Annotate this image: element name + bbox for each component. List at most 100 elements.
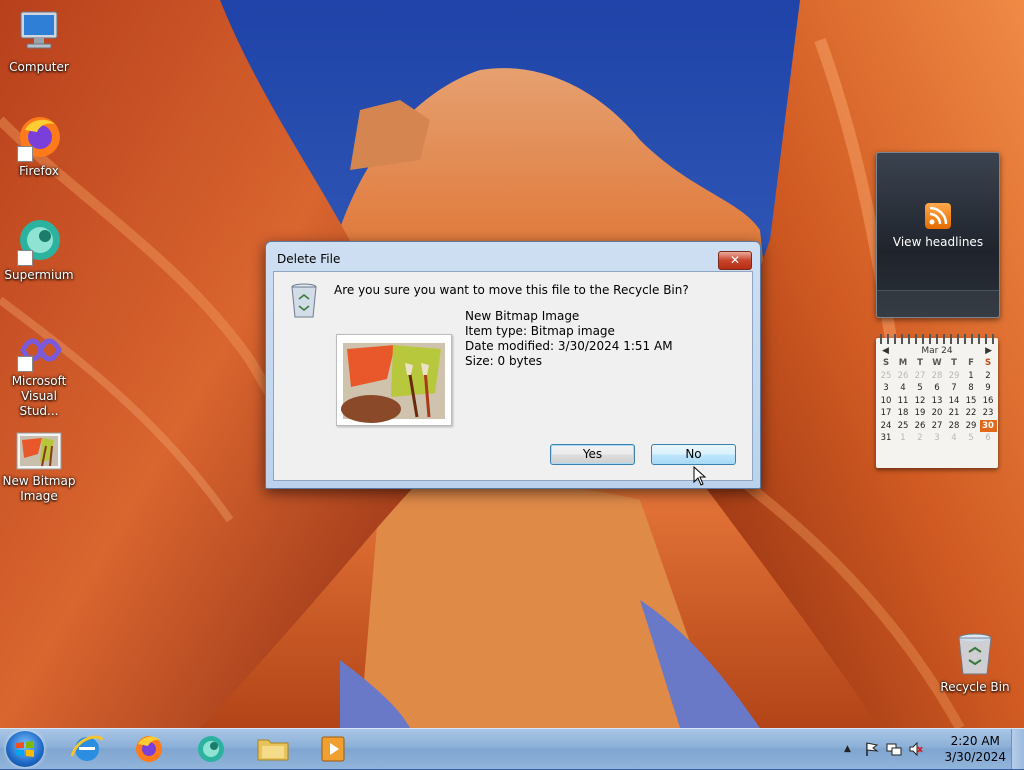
- close-button[interactable]: ✕: [718, 251, 752, 270]
- calendar-day[interactable]: 2: [980, 370, 997, 383]
- calendar-day[interactable]: 26: [895, 370, 912, 383]
- calendar-day[interactable]: 1: [895, 432, 912, 445]
- bitmap-file-icon: [15, 432, 63, 470]
- action-center-flag-icon[interactable]: [864, 741, 880, 757]
- calendar-day[interactable]: 2: [912, 432, 929, 445]
- calendar-day[interactable]: 9: [980, 382, 997, 395]
- desktop-icon-recycle-bin[interactable]: Recycle Bin: [936, 632, 1014, 695]
- calendar-day[interactable]: 5: [963, 432, 980, 445]
- calendar-day[interactable]: 7: [946, 382, 963, 395]
- dialog-title: Delete File: [277, 252, 341, 266]
- file-item-type: Item type: Bitmap image: [465, 324, 615, 338]
- calendar-day[interactable]: 27: [912, 370, 929, 383]
- calendar-day[interactable]: 19: [912, 407, 929, 420]
- calendar-next-icon[interactable]: ▶: [985, 346, 992, 356]
- show-hidden-icons-button[interactable]: ▲: [844, 741, 860, 757]
- calendar-day[interactable]: 26: [912, 420, 929, 433]
- calendar-day[interactable]: 23: [980, 407, 997, 420]
- calendar-day[interactable]: 4: [946, 432, 963, 445]
- calendar-day[interactable]: 21: [946, 407, 963, 420]
- calendar-day[interactable]: 6: [980, 432, 997, 445]
- calendar-day[interactable]: 28: [929, 370, 946, 383]
- calendar-day[interactable]: 11: [895, 395, 912, 408]
- calendar-day[interactable]: 3: [929, 432, 946, 445]
- yes-button[interactable]: Yes: [550, 444, 635, 465]
- view-headlines-label[interactable]: View headlines: [877, 235, 999, 249]
- calendar-day[interactable]: 29: [963, 420, 980, 433]
- show-desktop-button[interactable]: [1011, 729, 1024, 769]
- calendar-day[interactable]: 17: [878, 407, 895, 420]
- calendar-day[interactable]: 27: [929, 420, 946, 433]
- taskbar-supermium[interactable]: [188, 732, 234, 766]
- calendar-weekday: W: [932, 358, 942, 369]
- calendar-day[interactable]: 20: [929, 407, 946, 420]
- calendar-day[interactable]: 31: [878, 432, 895, 445]
- calendar-day[interactable]: 4: [895, 382, 912, 395]
- calendar-gadget[interactable]: ◀ Mar 24 ▶ S M T W T F S 25 26 27 28 29 …: [876, 334, 998, 468]
- desktop-icon-visual-studio[interactable]: Microsoft Visual Stud...: [0, 330, 78, 419]
- calendar-day[interactable]: 22: [963, 407, 980, 420]
- calendar-weekday: S: [882, 358, 890, 369]
- desktop-icon-label: Recycle Bin: [940, 680, 1010, 694]
- desktop-icon-label: New Bitmap Image: [2, 474, 76, 503]
- calendar-weekday: S: [984, 358, 992, 369]
- calendar-day-today[interactable]: 30: [979, 419, 997, 432]
- calendar-day[interactable]: 5: [912, 382, 929, 395]
- feed-gadget-footer: [877, 290, 999, 317]
- calendar-weekday: T: [917, 358, 923, 369]
- volume-muted-icon[interactable]: [908, 741, 924, 757]
- shortcut-arrow-icon: [17, 356, 33, 372]
- network-icon[interactable]: [886, 741, 902, 757]
- taskbar-file-explorer[interactable]: [250, 732, 296, 766]
- calendar-day[interactable]: 14: [946, 395, 963, 408]
- visual-studio-icon: [15, 330, 63, 372]
- desktop-icon-label: Firefox: [19, 164, 59, 178]
- calendar-weekday: F: [968, 358, 974, 369]
- calendar-day[interactable]: 12: [912, 395, 929, 408]
- calendar-day[interactable]: 18: [895, 407, 912, 420]
- no-button[interactable]: No: [651, 444, 736, 465]
- computer-icon: [15, 8, 63, 56]
- system-clock[interactable]: 2:20 AM 3/30/2024: [944, 733, 1006, 765]
- calendar-day[interactable]: 29: [946, 370, 963, 383]
- calendar-day[interactable]: 6: [929, 382, 946, 395]
- confirm-question: Are you sure you want to move this file …: [334, 283, 689, 297]
- calendar-day[interactable]: 13: [929, 395, 946, 408]
- calendar-prev-icon[interactable]: ◀: [882, 346, 889, 356]
- clock-time: 2:20 AM: [950, 734, 1000, 748]
- delete-file-dialog[interactable]: Delete File ✕ Are you sure you want to m…: [265, 241, 761, 489]
- calendar-month-label: Mar 24: [921, 346, 953, 356]
- media-player-icon: [321, 736, 345, 762]
- file-thumbnail: [336, 334, 452, 426]
- file-info: New Bitmap Image Item type: Bitmap image…: [465, 309, 673, 369]
- start-button[interactable]: [6, 731, 44, 767]
- calendar-day[interactable]: 24: [878, 420, 895, 433]
- clock-date: 3/30/2024: [944, 750, 1006, 764]
- rss-icon: [925, 203, 951, 229]
- calendar-day[interactable]: 3: [878, 382, 895, 395]
- taskbar: ▲ 2:20 AM 3/30/2024: [0, 728, 1024, 769]
- feed-headlines-gadget[interactable]: View headlines: [876, 152, 1000, 318]
- supermium-icon: [198, 736, 224, 762]
- calendar-day[interactable]: 15: [963, 395, 980, 408]
- calendar-day[interactable]: 25: [878, 370, 895, 383]
- calendar-day[interactable]: 25: [895, 420, 912, 433]
- taskbar-media-player[interactable]: [312, 732, 358, 766]
- file-size: Size: 0 bytes: [465, 354, 542, 368]
- calendar-day[interactable]: 10: [878, 395, 895, 408]
- calendar-weekday: T: [951, 358, 957, 369]
- calendar-day[interactable]: 28: [946, 420, 963, 433]
- desktop-icon-computer[interactable]: Computer: [0, 8, 78, 75]
- notification-area: ▲ 2:20 AM 3/30/2024: [834, 729, 1024, 769]
- calendar-day[interactable]: 1: [963, 370, 980, 383]
- calendar-day[interactable]: 8: [963, 382, 980, 395]
- desktop-icon-new-bitmap-image[interactable]: New Bitmap Image: [0, 432, 78, 504]
- calendar-day[interactable]: 16: [980, 395, 997, 408]
- taskbar-firefox[interactable]: [126, 732, 172, 766]
- calendar-binding: [880, 334, 994, 344]
- taskbar-internet-explorer[interactable]: [64, 732, 110, 766]
- shortcut-arrow-icon: [17, 250, 33, 266]
- desktop-icon-firefox[interactable]: Firefox: [0, 112, 78, 179]
- desktop-icon-supermium[interactable]: Supermium: [0, 216, 78, 283]
- shortcut-arrow-icon: [17, 146, 33, 162]
